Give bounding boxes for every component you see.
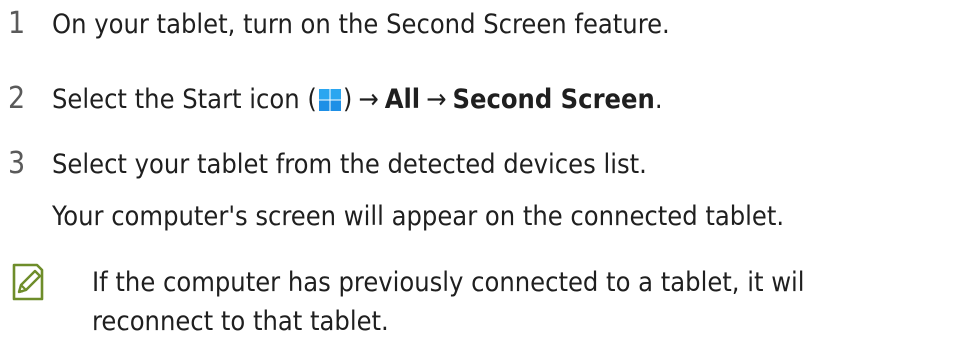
- step-number: 3: [8, 146, 26, 181]
- step-period: .: [654, 84, 663, 115]
- step-text: Select your tablet from the detected dev…: [52, 149, 647, 180]
- arrow-icon: →: [358, 84, 379, 115]
- note-line-2: reconnect to that tablet.: [92, 306, 389, 337]
- arrow-icon: →: [426, 84, 447, 115]
- note-pencil-icon: [12, 263, 44, 301]
- all-menu-label: All: [384, 84, 421, 115]
- step-text: On your tablet, turn on the Second Scree…: [52, 9, 670, 40]
- second-screen-label: Second Screen: [452, 84, 655, 115]
- step-1: 1 On your tablet, turn on the Second Scre…: [8, 6, 670, 43]
- step-2: 2 Select the Start icon ( ) → All → Second Sc…: [8, 81, 663, 118]
- step-number: 2: [8, 81, 26, 116]
- step-number: 1: [8, 6, 26, 41]
- step-3-result: Your computer's screen will appear on th…: [52, 201, 785, 232]
- windows-start-icon: [318, 89, 341, 111]
- manual-page: { "steps": [ { "number": "1", "text": "O…: [0, 0, 964, 341]
- step-text-prefix: Select the Start icon (: [52, 84, 317, 115]
- step-text-suffix: ): [342, 84, 353, 115]
- step-3: 3 Select your tablet from the detected de…: [8, 146, 647, 183]
- note-line-1: If the computer has previously connected…: [92, 267, 805, 298]
